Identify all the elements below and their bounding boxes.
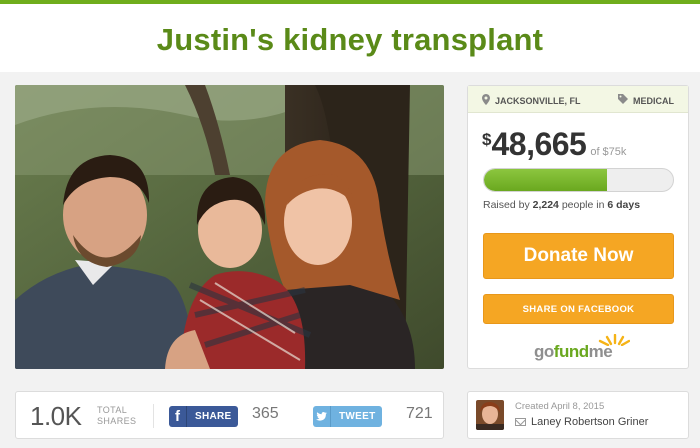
- people-count: 2,224: [532, 199, 559, 211]
- progress-bar: [483, 168, 674, 192]
- organizer-name: Laney Robertson Griner: [531, 416, 649, 428]
- divider: [153, 404, 154, 428]
- mail-icon: [515, 418, 526, 426]
- campaign-title: Justin's kidney transplant: [156, 22, 544, 57]
- facebook-icon: f: [169, 406, 187, 427]
- amount-raised: $ 48,665 of $75k: [482, 126, 626, 163]
- raised-summary: Raised by 2,224 people in 6 days: [483, 199, 640, 211]
- tweet-button[interactable]: TWEET: [313, 406, 382, 427]
- location[interactable]: JACKSONVILLE, FL: [482, 94, 581, 108]
- goal-amount: $75k: [602, 146, 627, 158]
- twitter-bird-icon: [313, 406, 331, 427]
- raised-by-prefix: Raised by: [483, 199, 530, 211]
- facebook-share-label: SHARE: [195, 411, 232, 422]
- total-shares-label: TOTAL SHARES: [97, 405, 137, 426]
- total-shares-count: 1.0K: [30, 401, 82, 431]
- share-bar: 1.0K TOTAL SHARES f SHARE 365 TWEET 721: [15, 391, 444, 439]
- progress-fill: [484, 169, 607, 191]
- donate-now-button[interactable]: Donate Now: [483, 233, 674, 279]
- people-suffix: people in: [561, 199, 605, 211]
- campaign-photo: [15, 85, 444, 369]
- location-label: JACKSONVILLE, FL: [495, 96, 581, 106]
- share-on-facebook-button[interactable]: SHARE ON FACEBOOK: [483, 294, 674, 324]
- currency-symbol: $: [482, 130, 492, 149]
- of-label: of: [590, 146, 600, 158]
- gofundme-logo[interactable]: gofundme: [530, 334, 630, 362]
- tweet-label: TWEET: [339, 411, 376, 422]
- category-label: MEDICAL: [633, 95, 674, 106]
- donation-panel: JACKSONVILLE, FL MEDICAL $ 48,665 of $75…: [467, 85, 689, 369]
- avatar[interactable]: [476, 400, 504, 430]
- facebook-share-button[interactable]: f SHARE: [169, 406, 238, 427]
- days-count: 6 days: [607, 199, 641, 211]
- map-pin-icon: [482, 94, 490, 108]
- category[interactable]: MEDICAL: [618, 94, 674, 107]
- created-date: Created April 8, 2015: [515, 401, 605, 412]
- raised-amount: 48,665: [491, 126, 587, 162]
- facebook-share-count: 365: [252, 405, 279, 422]
- tag-icon: [618, 94, 628, 107]
- gofundme-wordmark: gofundme: [534, 342, 613, 361]
- creator-box: Created April 8, 2015 Laney Robertson Gr…: [467, 391, 689, 439]
- title-bar: Justin's kidney transplant: [0, 4, 700, 72]
- organizer[interactable]: Laney Robertson Griner: [515, 416, 648, 428]
- tweet-count: 721: [406, 405, 433, 422]
- campaign-meta-bar: JACKSONVILLE, FL MEDICAL: [468, 86, 688, 113]
